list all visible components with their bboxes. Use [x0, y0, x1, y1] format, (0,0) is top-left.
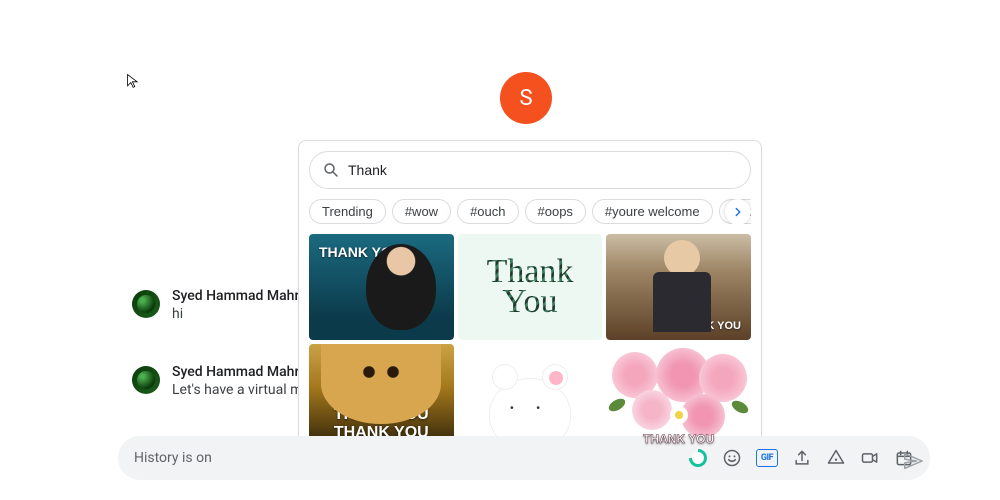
gif-results-grid: THANK YOU Thank You THANK YOU THANK YOU …	[309, 234, 751, 447]
gif-caption: THANK YOU	[672, 316, 745, 336]
chevron-right-icon	[731, 205, 745, 219]
gif-result[interactable]: THANK YOU	[309, 234, 454, 340]
gif-button[interactable]: GIF	[756, 449, 778, 467]
gif-result[interactable]: THANK YOU THANK YOU	[309, 344, 454, 447]
gif-caption: THANK YOU	[315, 240, 406, 264]
gif-tag-list: Trending #wow #ouch #oops #youre welcome…	[309, 199, 751, 224]
drive-button[interactable]	[826, 448, 846, 468]
gif-tag-youre-welcome[interactable]: #youre welcome	[592, 199, 713, 224]
grammarly-icon[interactable]	[688, 448, 708, 468]
upload-button[interactable]	[792, 448, 812, 468]
gif-result[interactable]: THANK YOU	[606, 344, 751, 447]
gif-tag-ouch[interactable]: #ouch	[457, 199, 518, 224]
search-icon	[322, 161, 340, 179]
avatar-initial: S	[519, 86, 532, 111]
send-button[interactable]	[902, 450, 924, 472]
send-icon	[902, 450, 924, 472]
sender-name: Syed Hammad Mahr	[172, 288, 299, 304]
gif-result[interactable]	[458, 344, 603, 447]
emoji-icon	[722, 448, 742, 468]
gif-result[interactable]: Thank You	[458, 234, 603, 340]
drive-icon	[826, 448, 846, 468]
compose-bar[interactable]: History is on GIF	[118, 436, 930, 480]
mouse-cursor-icon	[126, 73, 142, 89]
video-icon	[860, 448, 880, 468]
sender-name: Syed Hammad Mahr	[172, 364, 302, 380]
gif-tag-wow[interactable]: #wow	[392, 199, 451, 224]
contact-avatar[interactable]: S	[500, 72, 552, 124]
gif-search-row	[309, 151, 751, 189]
message-text: hi	[172, 306, 299, 322]
compose-status-text: History is on	[134, 450, 678, 466]
gif-tag-trending[interactable]: Trending	[309, 199, 386, 224]
gif-caption: Thank You	[458, 253, 603, 321]
sender-avatar[interactable]	[132, 290, 160, 318]
video-meet-button[interactable]	[860, 448, 880, 468]
upload-icon	[792, 448, 812, 468]
gif-search-input[interactable]	[348, 162, 738, 178]
gif-tag-oops[interactable]: #oops	[525, 199, 586, 224]
gif-caption	[526, 393, 534, 401]
compose-toolbar: GIF	[688, 448, 914, 468]
message-text: Let's have a virtual m	[172, 382, 302, 398]
emoji-button[interactable]	[722, 448, 742, 468]
sender-avatar[interactable]	[132, 366, 160, 394]
gif-picker-panel: Trending #wow #ouch #oops #youre welcome…	[298, 140, 762, 448]
gif-result[interactable]: THANK YOU	[606, 234, 751, 340]
gif-caption: THANK YOU	[639, 428, 718, 447]
tag-scroll-right-button[interactable]	[725, 199, 751, 224]
